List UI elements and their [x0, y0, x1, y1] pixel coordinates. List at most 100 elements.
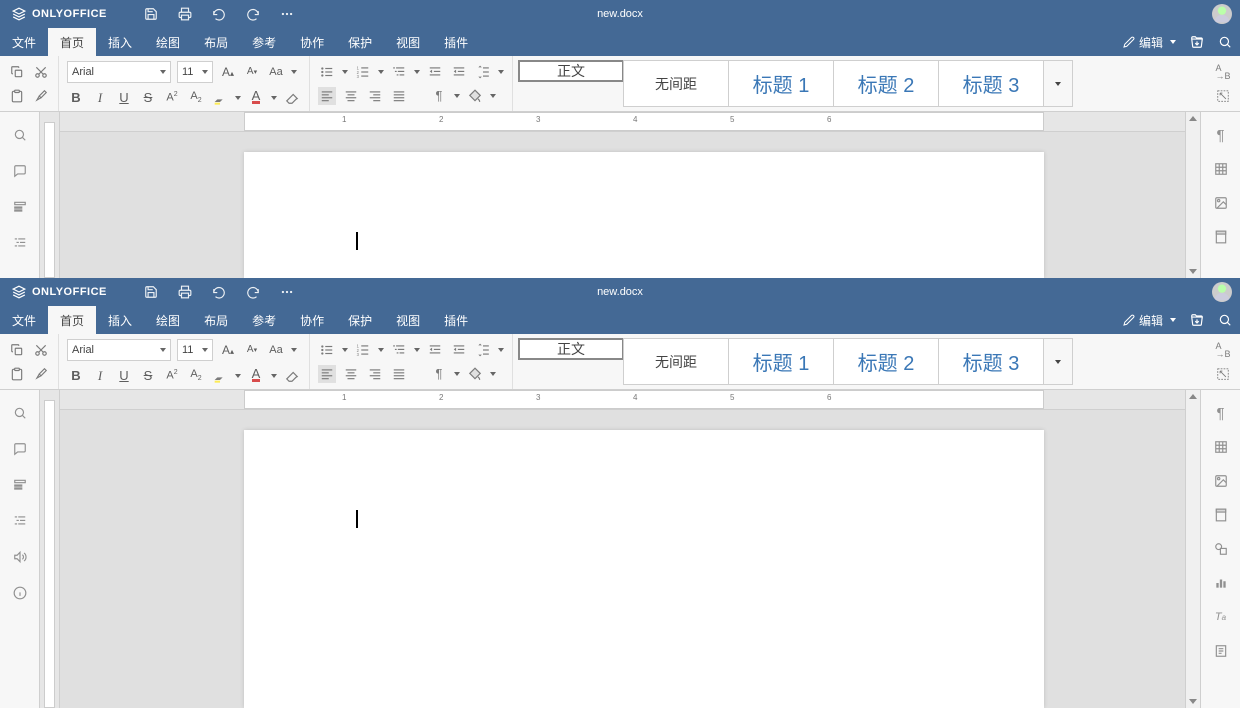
- style-item-3[interactable]: 标题 2: [833, 338, 939, 385]
- horizontal-ruler[interactable]: 123456: [60, 112, 1185, 132]
- menu-tab-8[interactable]: 视图: [384, 306, 432, 334]
- decrease-indent-icon[interactable]: [426, 63, 444, 81]
- menu-tab-8[interactable]: 视图: [384, 28, 432, 56]
- underline-icon[interactable]: U: [115, 89, 133, 107]
- menu-tab-2[interactable]: 插入: [96, 306, 144, 334]
- form-icon[interactable]: [1212, 642, 1230, 660]
- outline-icon[interactable]: [11, 512, 29, 530]
- search-icon[interactable]: [11, 126, 29, 144]
- copy-icon[interactable]: [8, 341, 26, 359]
- chart-icon[interactable]: [1212, 574, 1230, 592]
- table-icon[interactable]: [1212, 160, 1230, 178]
- clear-format-icon[interactable]: [283, 367, 301, 385]
- subscript-icon[interactable]: A2: [187, 89, 205, 107]
- decrease-font-icon[interactable]: A▾: [243, 341, 261, 359]
- vertical-ruler[interactable]: [40, 390, 60, 708]
- subscript-icon[interactable]: A2: [187, 367, 205, 385]
- menu-tab-5[interactable]: 参考: [240, 306, 288, 334]
- shading-icon[interactable]: [466, 87, 484, 105]
- superscript-icon[interactable]: A2: [163, 367, 181, 385]
- superscript-icon[interactable]: A2: [163, 89, 181, 107]
- bold-icon[interactable]: B: [67, 89, 85, 107]
- menu-tab-9[interactable]: 插件: [432, 28, 480, 56]
- print-icon[interactable]: [177, 6, 193, 22]
- strike-icon[interactable]: S: [139, 367, 157, 385]
- select-all-icon[interactable]: [1214, 365, 1232, 383]
- menu-tab-2[interactable]: 插入: [96, 28, 144, 56]
- numbering-icon[interactable]: 123: [354, 341, 372, 359]
- decrease-indent-icon[interactable]: [426, 341, 444, 359]
- menu-tab-3[interactable]: 绘图: [144, 28, 192, 56]
- italic-icon[interactable]: I: [91, 367, 109, 385]
- increase-indent-icon[interactable]: [450, 341, 468, 359]
- vertical-scrollbar[interactable]: [1185, 112, 1200, 278]
- style-item-4[interactable]: 标题 3: [938, 60, 1044, 107]
- menu-tab-7[interactable]: 保护: [336, 306, 384, 334]
- style-item-0[interactable]: 正文: [518, 338, 624, 360]
- image-icon[interactable]: [1212, 194, 1230, 212]
- menu-tab-1[interactable]: 首页: [48, 306, 96, 334]
- undo-icon[interactable]: [211, 284, 227, 300]
- change-case-icon[interactable]: Aa: [267, 63, 285, 81]
- copy-icon[interactable]: [8, 63, 26, 81]
- line-spacing-icon[interactable]: [474, 341, 492, 359]
- search-icon[interactable]: [1218, 35, 1232, 49]
- paste-icon[interactable]: [8, 365, 26, 383]
- menu-tab-6[interactable]: 协作: [288, 306, 336, 334]
- multilevel-icon[interactable]: [390, 341, 408, 359]
- bullets-icon[interactable]: [318, 341, 336, 359]
- page[interactable]: [244, 430, 1044, 708]
- redo-icon[interactable]: [245, 6, 261, 22]
- style-item-0[interactable]: 正文: [518, 60, 624, 82]
- decrease-font-icon[interactable]: A▾: [243, 63, 261, 81]
- vertical-scrollbar[interactable]: [1185, 390, 1200, 708]
- header-icon[interactable]: [1212, 228, 1230, 246]
- increase-font-icon[interactable]: A▴: [219, 341, 237, 359]
- heads-icon[interactable]: [11, 198, 29, 216]
- highlight-icon[interactable]: [211, 367, 229, 385]
- align-justify-icon[interactable]: [390, 365, 408, 383]
- save-icon[interactable]: [143, 284, 159, 300]
- para-icon[interactable]: ¶: [1212, 126, 1230, 144]
- change-case-icon[interactable]: Aa: [267, 341, 285, 359]
- textart-icon[interactable]: Ta: [1212, 608, 1230, 626]
- format-painter-icon[interactable]: [32, 365, 50, 383]
- underline-icon[interactable]: U: [115, 367, 133, 385]
- undo-icon[interactable]: [211, 6, 227, 22]
- multilevel-icon[interactable]: [390, 63, 408, 81]
- comment-icon[interactable]: [11, 162, 29, 180]
- bold-icon[interactable]: B: [67, 367, 85, 385]
- highlight-icon[interactable]: [211, 89, 229, 107]
- style-item-3[interactable]: 标题 2: [833, 60, 939, 107]
- page-canvas[interactable]: [60, 410, 1185, 708]
- heads-icon[interactable]: [11, 476, 29, 494]
- menu-tab-0[interactable]: 文件: [0, 28, 48, 56]
- table-icon[interactable]: [1212, 438, 1230, 456]
- search-icon[interactable]: [11, 404, 29, 422]
- italic-icon[interactable]: I: [91, 89, 109, 107]
- menu-tab-0[interactable]: 文件: [0, 306, 48, 334]
- increase-indent-icon[interactable]: [450, 63, 468, 81]
- numbering-icon[interactable]: 123: [354, 63, 372, 81]
- menu-tab-3[interactable]: 绘图: [144, 306, 192, 334]
- page[interactable]: [244, 152, 1044, 278]
- menu-tab-4[interactable]: 布局: [192, 28, 240, 56]
- menu-tab-6[interactable]: 协作: [288, 28, 336, 56]
- print-icon[interactable]: [177, 284, 193, 300]
- align-right-icon[interactable]: [366, 87, 384, 105]
- font-color-icon[interactable]: A: [247, 367, 265, 385]
- align-center-icon[interactable]: [342, 87, 360, 105]
- format-painter-icon[interactable]: [32, 87, 50, 105]
- shading-icon[interactable]: [466, 365, 484, 383]
- speak-icon[interactable]: [11, 548, 29, 566]
- align-left-icon[interactable]: [318, 87, 336, 105]
- clear-format-icon[interactable]: [283, 89, 301, 107]
- save-icon[interactable]: [143, 6, 159, 22]
- avatar[interactable]: [1212, 282, 1232, 302]
- cut-icon[interactable]: [32, 341, 50, 359]
- more-icon[interactable]: [279, 6, 295, 22]
- replace-icon[interactable]: A→B: [1214, 341, 1232, 359]
- outline-icon[interactable]: [11, 234, 29, 252]
- style-gallery-dropdown[interactable]: [1043, 60, 1073, 107]
- redo-icon[interactable]: [245, 284, 261, 300]
